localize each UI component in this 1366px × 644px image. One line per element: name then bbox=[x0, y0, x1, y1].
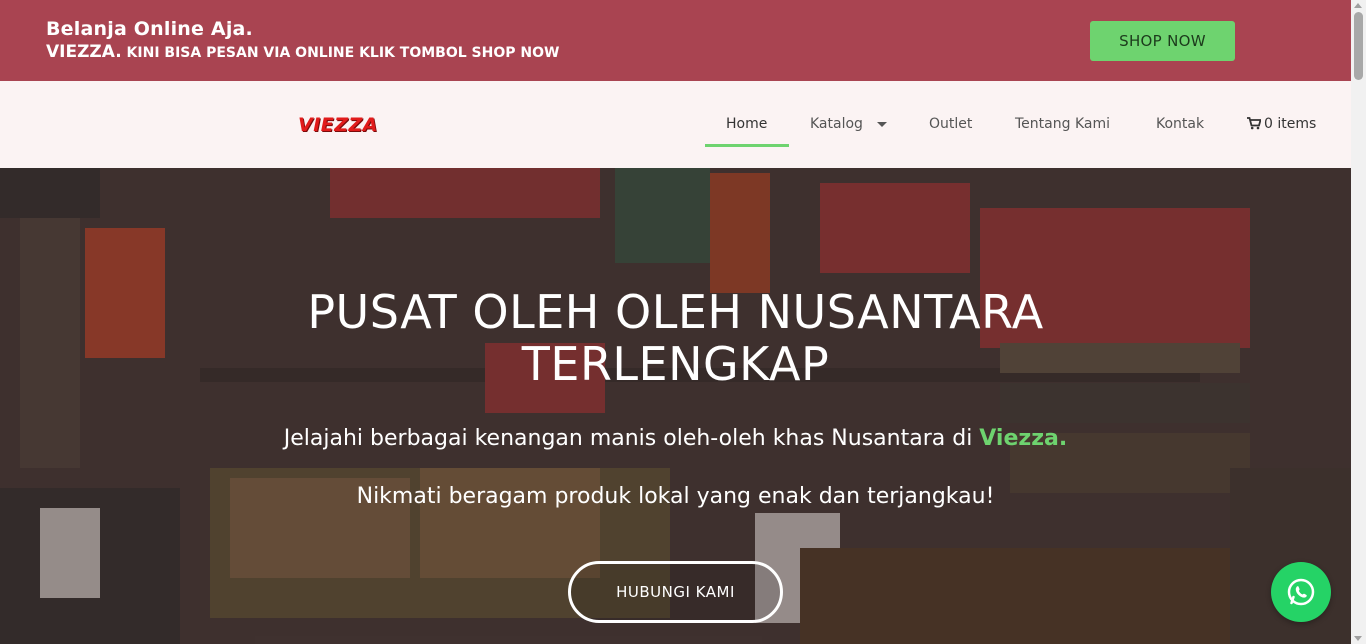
promo-subline: VIEZZA. KINI BISA PESAN VIA ONLINE KLIK … bbox=[46, 42, 559, 62]
site-logo[interactable]: VIEZZA bbox=[298, 114, 378, 136]
nav-item-katalog[interactable]: Katalog bbox=[810, 116, 887, 132]
hero-title-line2: TERLENGKAP bbox=[521, 337, 830, 391]
nav-item-tentang-kami[interactable]: Tentang Kami bbox=[1015, 116, 1110, 132]
hero-section: PUSAT OLEH OLEH NUSANTARA TERLENGKAP Jel… bbox=[0, 168, 1351, 644]
hero-tagline: Nikmati beragam produk lokal yang enak d… bbox=[356, 484, 995, 509]
promo-bar: Belanja Online Aja. VIEZZA. KINI BISA PE… bbox=[0, 0, 1351, 81]
hero-subtitle-brand: Viezza. bbox=[979, 426, 1068, 451]
scroll-up-arrow-icon[interactable] bbox=[1354, 3, 1362, 8]
nav-item-katalog-label: Katalog bbox=[810, 116, 863, 132]
cart-count: 0 items bbox=[1264, 116, 1317, 132]
nav-item-home[interactable]: Home bbox=[726, 116, 767, 132]
whatsapp-button[interactable] bbox=[1271, 562, 1331, 622]
hero-title: PUSAT OLEH OLEH NUSANTARA TERLENGKAP bbox=[0, 286, 1351, 390]
promo-headline: Belanja Online Aja. bbox=[46, 18, 253, 40]
promo-subline-text: KINI BISA PESAN VIA ONLINE KLIK TOMBOL S… bbox=[121, 45, 560, 61]
cart-link[interactable]: 0 items bbox=[1247, 116, 1316, 132]
hero-subtitle-text: Jelajahi berbagai kenangan manis oleh-ol… bbox=[283, 426, 980, 451]
nav-item-outlet[interactable]: Outlet bbox=[929, 116, 972, 132]
promo-brand: VIEZZA. bbox=[46, 42, 122, 62]
caret-down-icon bbox=[876, 121, 887, 127]
active-nav-indicator bbox=[705, 144, 789, 147]
whatsapp-icon bbox=[1287, 578, 1315, 606]
scroll-down-arrow-icon[interactable] bbox=[1354, 636, 1362, 641]
hero-title-line1: PUSAT OLEH OLEH NUSANTARA bbox=[307, 285, 1044, 339]
cart-icon bbox=[1247, 117, 1261, 130]
nav-item-kontak[interactable]: Kontak bbox=[1156, 116, 1204, 132]
contact-us-button[interactable]: HUBUNGI KAMI bbox=[568, 561, 783, 623]
main-navbar: VIEZZA Home Katalog Outlet Tentang Kami … bbox=[0, 81, 1351, 168]
scrollbar-thumb[interactable] bbox=[1354, 12, 1363, 80]
hero-subtitle: Jelajahi berbagai kenangan manis oleh-ol… bbox=[0, 426, 1351, 451]
shop-now-button[interactable]: SHOP NOW bbox=[1090, 21, 1235, 61]
page-scrollbar[interactable] bbox=[1351, 0, 1366, 644]
